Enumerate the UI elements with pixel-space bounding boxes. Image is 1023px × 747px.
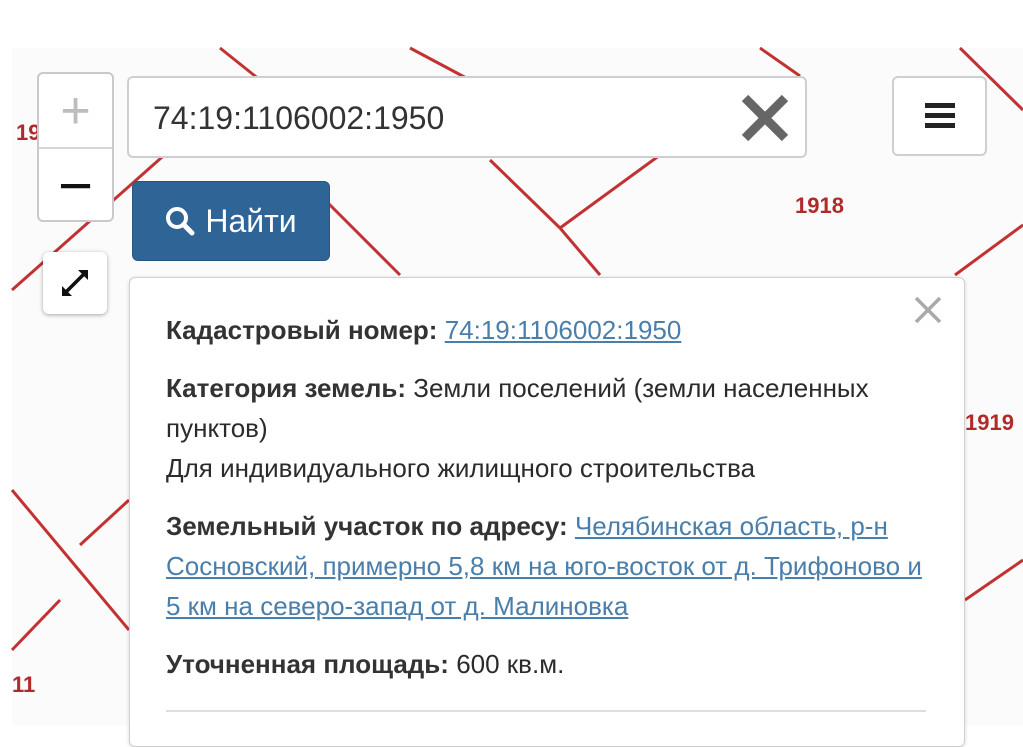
hamburger-icon bbox=[924, 103, 955, 128]
popup-divider bbox=[166, 710, 926, 712]
clear-icon[interactable] bbox=[739, 92, 791, 144]
address-row: Земельный участок по адресу: Челябинская… bbox=[166, 506, 926, 626]
find-button[interactable]: Найти bbox=[132, 181, 330, 261]
plot-label-11: 11 bbox=[12, 672, 36, 697]
area-row: Уточненная площадь: 600 кв.м. bbox=[166, 644, 926, 684]
area-value: 600 кв.м. bbox=[456, 649, 565, 679]
address-label: Земельный участок по адресу: bbox=[166, 511, 568, 541]
popup-content: Кадастровый номер: 74:19:1106002:1950 Ка… bbox=[166, 310, 926, 702]
plot-label-1918: 1918 bbox=[795, 193, 844, 218]
menu-button[interactable] bbox=[892, 76, 987, 156]
category-row: Категория земель: Земли поселений (земли… bbox=[166, 368, 926, 488]
cadastral-label: Кадастровый номер: bbox=[166, 315, 438, 345]
plot-label-1919: 1919 bbox=[965, 410, 1014, 435]
expand-arrows-icon bbox=[62, 270, 88, 296]
usage-value: Для индивидуального жилищного строительс… bbox=[166, 453, 756, 483]
parcel-info-popup: Кадастровый номер: 74:19:1106002:1950 Ка… bbox=[129, 277, 965, 747]
search-icon bbox=[166, 207, 195, 236]
fullscreen-button[interactable] bbox=[43, 252, 107, 314]
category-label: Категория земель: bbox=[166, 373, 407, 403]
zoom-out-button[interactable]: − bbox=[39, 149, 112, 222]
zoom-in-button[interactable]: + bbox=[39, 74, 112, 149]
area-label: Уточненная площадь: bbox=[166, 649, 449, 679]
cadastral-link[interactable]: 74:19:1106002:1950 bbox=[445, 315, 682, 345]
zoom-control: + − bbox=[37, 72, 114, 222]
cadastral-row: Кадастровый номер: 74:19:1106002:1950 bbox=[166, 310, 926, 350]
search-box[interactable]: 74:19:1106002:1950 bbox=[127, 76, 807, 158]
search-input[interactable]: 74:19:1106002:1950 bbox=[153, 100, 444, 137]
find-button-label: Найти bbox=[205, 202, 297, 239]
